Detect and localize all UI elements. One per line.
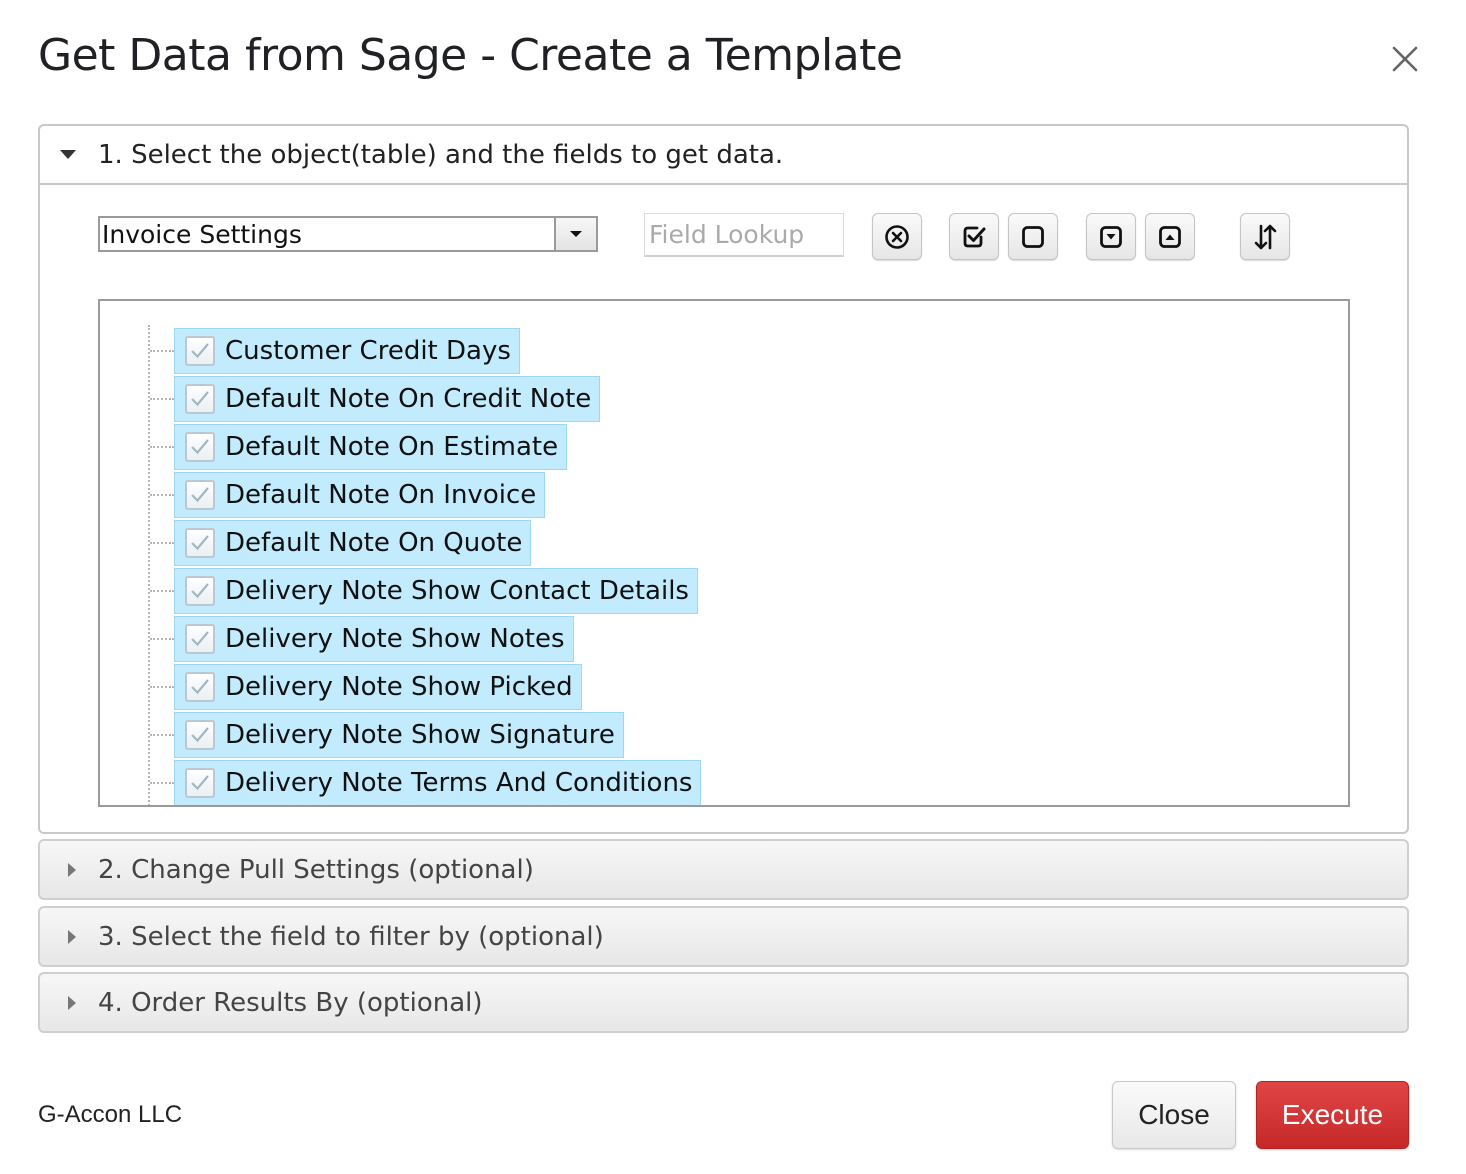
- list-item[interactable]: Default Note On Estimate: [174, 424, 568, 470]
- close-dialog-button[interactable]: [1384, 38, 1426, 80]
- collapse-up-icon: [1159, 225, 1181, 248]
- field-label: Delivery Note Show Picked: [225, 672, 573, 702]
- section-4-title: 4. Order Results By (optional): [98, 987, 483, 1018]
- field-checkbox[interactable]: [185, 672, 215, 702]
- tree-item-delivery-note-show-picked[interactable]: Delivery Note Show Picked: [150, 663, 582, 711]
- sort-button[interactable]: [1240, 213, 1290, 260]
- chevron-down-icon: [570, 231, 582, 237]
- fields-tree[interactable]: Customer Credit Days Default Note On Cre…: [98, 299, 1350, 807]
- list-item[interactable]: Delivery Note Show Contact Details: [174, 568, 698, 614]
- uncheck-all-button[interactable]: [1008, 213, 1058, 260]
- dialog-title: Get Data from Sage - Create a Template: [38, 30, 903, 81]
- list-item[interactable]: Delivery Note Show Signature: [174, 712, 624, 758]
- footer-brand: G-Accon LLC: [38, 1101, 183, 1128]
- uncheck-all-icon: [1022, 225, 1044, 248]
- section-3-header[interactable]: 3. Select the field to filter by (option…: [38, 906, 1409, 967]
- close-icon: [1392, 46, 1418, 72]
- field-label: Delivery Note Show Signature: [225, 720, 615, 750]
- tree-item-delivery-note-show-signature[interactable]: Delivery Note Show Signature: [150, 711, 624, 759]
- section-3-title: 3. Select the field to filter by (option…: [98, 921, 604, 952]
- clear-circle-x-icon: [885, 224, 909, 249]
- caret-right-icon: [68, 862, 76, 877]
- field-checkbox[interactable]: [185, 432, 215, 462]
- section-4-header[interactable]: 4. Order Results By (optional): [38, 972, 1409, 1033]
- tree-branch: [150, 398, 174, 400]
- field-checkbox[interactable]: [185, 480, 215, 510]
- check-all-icon: [963, 226, 986, 247]
- object-select-value: Invoice Settings: [102, 219, 302, 249]
- collapse-all-button[interactable]: [1145, 213, 1195, 260]
- expand-down-icon: [1100, 225, 1122, 248]
- checkmark-icon: [191, 343, 209, 359]
- tree-branch: [150, 350, 174, 352]
- checkmark-icon: [191, 535, 209, 551]
- list-item[interactable]: Customer Credit Days: [174, 328, 520, 374]
- checkmark-icon: [191, 583, 209, 599]
- list-item[interactable]: Default Note On Invoice: [174, 472, 546, 518]
- tree-item-delivery-note-terms-and-conditions[interactable]: Delivery Note Terms And Conditions: [150, 759, 702, 805]
- tree-item-default-note-on-quote[interactable]: Default Note On Quote: [150, 519, 532, 567]
- checkmark-icon: [191, 391, 209, 407]
- check-all-button[interactable]: [949, 213, 999, 260]
- tree-branch: [150, 542, 174, 544]
- tree-item-default-note-on-invoice[interactable]: Default Note On Invoice: [150, 471, 546, 519]
- field-label: Delivery Note Terms And Conditions: [225, 768, 693, 798]
- execute-button[interactable]: Execute: [1256, 1081, 1409, 1149]
- caret-right-icon: [68, 929, 76, 944]
- tree-item-default-note-on-credit-note[interactable]: Default Note On Credit Note: [150, 375, 601, 423]
- section-2-header[interactable]: 2. Change Pull Settings (optional): [38, 839, 1409, 900]
- field-label: Delivery Note Show Notes: [225, 624, 565, 654]
- field-checkbox[interactable]: [185, 624, 215, 654]
- field-label: Default Note On Quote: [225, 528, 523, 558]
- field-checkbox[interactable]: [185, 528, 215, 558]
- tree-item-delivery-note-show-notes[interactable]: Delivery Note Show Notes: [150, 615, 574, 663]
- field-label: Default Note On Credit Note: [225, 384, 592, 414]
- tree-branch: [150, 782, 174, 784]
- object-select[interactable]: Invoice Settings: [98, 216, 598, 252]
- tree-branch: [150, 446, 174, 448]
- caret-down-icon: [60, 150, 76, 159]
- section-1-title: 1. Select the object(table) and the fiel…: [98, 139, 784, 170]
- dropdown-button[interactable]: [554, 218, 596, 250]
- field-checkbox[interactable]: [185, 384, 215, 414]
- expand-all-button[interactable]: [1086, 213, 1136, 260]
- sort-icon: [1254, 224, 1277, 249]
- checkmark-icon: [191, 679, 209, 695]
- close-button[interactable]: Close: [1112, 1081, 1236, 1149]
- clear-selection-button[interactable]: [872, 213, 922, 260]
- tree-item-delivery-note-show-contact-details[interactable]: Delivery Note Show Contact Details: [150, 567, 698, 615]
- list-item[interactable]: Delivery Note Terms And Conditions: [174, 760, 702, 805]
- caret-right-icon: [68, 995, 76, 1010]
- list-item[interactable]: Default Note On Credit Note: [174, 376, 601, 422]
- tree-item-customer-credit-days[interactable]: Customer Credit Days: [150, 327, 520, 375]
- field-checkbox[interactable]: [185, 576, 215, 606]
- tree-branch: [150, 686, 174, 688]
- checkmark-icon: [191, 439, 209, 455]
- tree-branch: [150, 638, 174, 640]
- field-label: Default Note On Estimate: [225, 432, 559, 462]
- tree-branch: [150, 590, 174, 592]
- field-label: Default Note On Invoice: [225, 480, 537, 510]
- field-label: Delivery Note Show Contact Details: [225, 576, 689, 606]
- tree-branch: [150, 734, 174, 736]
- field-lookup-input[interactable]: [644, 213, 844, 257]
- field-checkbox[interactable]: [185, 768, 215, 798]
- list-item[interactable]: Default Note On Quote: [174, 520, 532, 566]
- tree-branch: [150, 494, 174, 496]
- field-checkbox[interactable]: [185, 336, 215, 366]
- checkmark-icon: [191, 727, 209, 743]
- list-item[interactable]: Delivery Note Show Notes: [174, 616, 574, 662]
- section-select-object: 1. Select the object(table) and the fiel…: [38, 124, 1409, 834]
- section-2-title: 2. Change Pull Settings (optional): [98, 854, 534, 885]
- checkmark-icon: [191, 631, 209, 647]
- field-checkbox[interactable]: [185, 720, 215, 750]
- tree-item-default-note-on-estimate[interactable]: Default Note On Estimate: [150, 423, 568, 471]
- field-label: Customer Credit Days: [225, 336, 511, 366]
- checkmark-icon: [191, 775, 209, 791]
- list-item[interactable]: Delivery Note Show Picked: [174, 664, 582, 710]
- section-1-header[interactable]: 1. Select the object(table) and the fiel…: [40, 126, 1407, 185]
- checkmark-icon: [191, 487, 209, 503]
